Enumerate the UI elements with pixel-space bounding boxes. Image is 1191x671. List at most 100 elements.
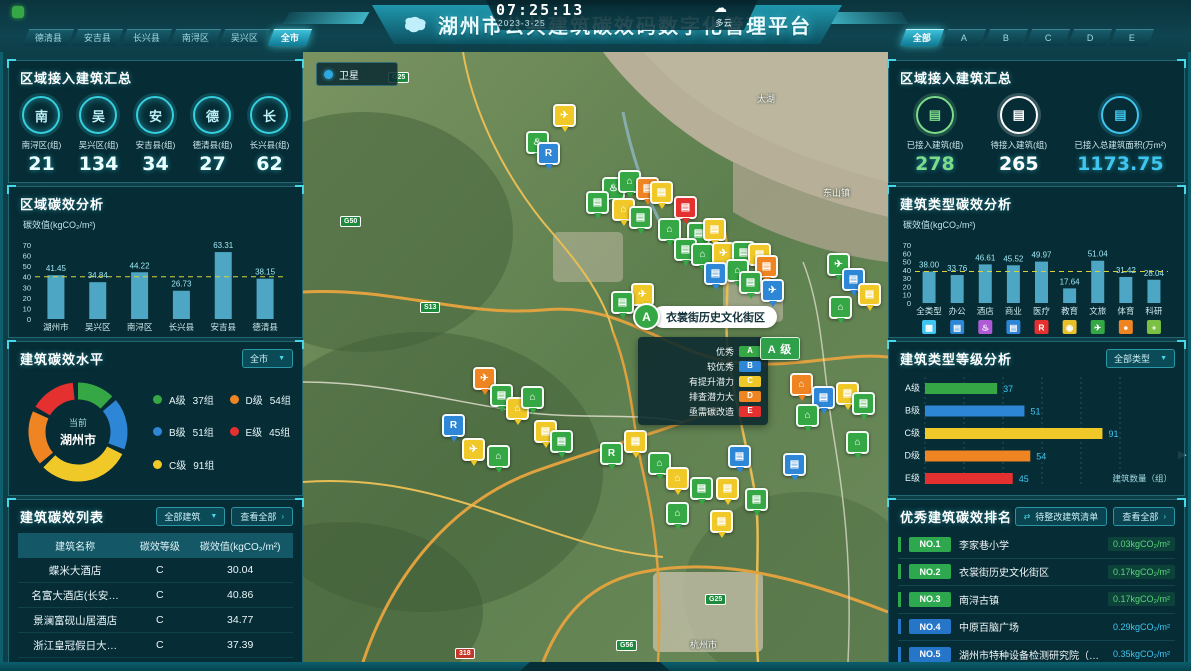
building-marker[interactable]: ▤ [586,191,609,214]
view-all-button[interactable]: 查看全部 › [231,507,293,526]
map-tooltip[interactable]: A 衣裳街历史文化街区 [633,305,777,328]
tab-德清县[interactable]: 德清县 [23,29,74,46]
building-marker[interactable]: ✈ [462,438,485,461]
building-marker[interactable]: ▤ [611,291,634,314]
building-marker[interactable]: ▤ [858,283,881,306]
tab-安吉县[interactable]: 安吉县 [72,29,123,46]
building-marker[interactable]: ⌂ [487,445,510,468]
tab-全市[interactable]: 全市 [268,29,312,46]
svg-text:安吉县: 安吉县 [210,322,236,332]
svg-text:45.52: 45.52 [1003,254,1024,263]
marker-pointer [674,524,682,530]
access-stat: ▤已接入总建筑面积(万m²)1173.75 [1074,96,1166,175]
stat-label: 待接入建筑(组) [990,139,1047,151]
svg-text:37: 37 [1003,384,1013,394]
carbon-value: 0.29kgCO₂/m² [1108,620,1175,634]
map-legend-row: 亟需碳改造E [645,404,761,418]
marker-pointer [656,474,664,480]
building-marker[interactable]: ✈ [761,279,784,302]
building-filter-value: 全部建筑 [164,510,200,523]
table-cell: 浙江皇冠假日大… [18,633,132,658]
legend-item-D级: D级54组 [230,384,297,415]
table-row[interactable]: 景澜富砚山居酒店C34.77 [18,608,293,633]
type-select[interactable]: 全部类型 ▼ [1106,349,1175,368]
building-marker[interactable]: ▤ [852,392,875,415]
building-marker[interactable]: ▤ [783,453,806,476]
building-marker[interactable]: ▤ [704,262,727,285]
building-marker[interactable]: ⌂ [790,373,813,396]
view-all-button[interactable]: 查看全部 › [1113,507,1175,526]
building-marker[interactable]: ▤ [728,445,751,468]
tab-C[interactable]: C [1026,29,1070,46]
building-marker[interactable]: ▤ [703,218,726,241]
building-marker[interactable]: ⌂ [829,296,852,319]
building-marker[interactable]: ▤ [745,488,768,511]
tab-E[interactable]: E [1110,29,1154,46]
legend-grade: E级 [246,424,263,439]
tab-全部[interactable]: 全部 [900,29,944,46]
legend-item-C级: C级91组 [153,449,220,480]
ranking-row[interactable]: NO.2衣裳街历史文化街区0.17kgCO₂/m² [898,559,1175,587]
road-shield: 318 [455,648,475,659]
stat-value: 265 [990,153,1047,175]
marker-pointer [619,313,627,319]
building-marker[interactable]: ▤ [739,271,762,294]
tab-吴兴区[interactable]: 吴兴区 [219,29,270,46]
building-marker[interactable]: ⌂ [846,431,869,454]
satellite-toggle[interactable]: 卫星 [316,62,398,86]
svg-text:南浔区: 南浔区 [127,322,153,332]
panel-ranking: 优秀建筑碳效排名 ⇄ 待整改建筑清单 查看全部 › NO.1李家巷小学0.03k… [888,499,1185,665]
legend-dot-icon [153,395,162,404]
clock-plate: 07:25:13 2023-3-25 ☁ 多云 [486,0,758,30]
svg-text:▤: ▤ [1009,323,1017,333]
panel-region-summary: 区域接入建筑汇总 南南浔区(组)21吴吴兴区(组)134安安吉县(组)34德德清… [8,60,303,183]
region-circle-icon: 安 [136,96,174,134]
table-cell: C [132,633,187,658]
building-marker[interactable]: ▤ [716,477,739,500]
building-marker[interactable]: ▤ [674,196,697,219]
building-marker[interactable]: R [600,442,623,465]
tab-长兴县[interactable]: 长兴县 [121,29,172,46]
building-marker[interactable]: R [537,142,560,165]
building-marker[interactable]: ⌂ [666,467,689,490]
map-legend-row: 优秀A [645,344,761,358]
ranking-row[interactable]: NO.4中原百脑广场0.29kgCO₂/m² [898,614,1175,642]
tab-B[interactable]: B [984,29,1028,46]
marker-pointer [860,414,868,420]
table-row[interactable]: 蝶米大酒店C30.04 [18,558,293,583]
building-marker[interactable]: ⌂ [666,502,689,525]
building-marker[interactable]: ⌂ [796,404,819,427]
building-filter-select[interactable]: 全部建筑 ▼ [156,507,225,526]
building-marker[interactable]: ▤ [629,206,652,229]
building-marker[interactable]: ▤ [650,181,673,204]
ranking-row[interactable]: NO.1李家巷小学0.03kgCO₂/m² [898,531,1175,559]
city-select[interactable]: 全市 ▼ [242,349,293,368]
column-header: 碳效等级 [132,533,187,558]
building-marker[interactable]: ▤ [690,477,713,500]
building-marker[interactable]: ▤ [550,430,573,453]
legend-chip-B: B [739,361,761,372]
marker-pointer [866,305,874,311]
tab-A[interactable]: A [942,29,986,46]
tab-南浔区[interactable]: 南浔区 [170,29,221,46]
satellite-map[interactable]: ✈♨R♨▤⌂▤▤⌂▤▤⌂▤▤▤⌂✈▤▤▤⌂▤▤✈✈▤▤⌂✈▤✈R▤⌂⌂▤✈⌂▤R… [303,52,888,662]
building-marker[interactable]: R [442,414,465,437]
region-carbon-chart: 01020304050607041.45湖州市34.84吴兴区44.22南浔区2… [9,231,294,339]
header-deco-left [283,12,370,24]
building-marker[interactable]: ▤ [624,430,647,453]
building-marker[interactable]: ⌂ [521,386,544,409]
svg-text:70: 70 [903,241,911,250]
svg-text:▤: ▤ [953,323,961,333]
building-marker[interactable]: ▤ [710,510,733,533]
ranking-row[interactable]: NO.3南浔古镇0.17kgCO₂/m² [898,586,1175,614]
legend-grade: A级 [169,392,186,407]
building-marker[interactable]: ✈ [553,104,576,127]
weather-label: 多云 [715,17,732,29]
table-row[interactable]: 浙江皇冠假日大…C37.39 [18,633,293,658]
table-row[interactable]: 名富大酒店(长安…C40.86 [18,583,293,608]
rank-tick [898,537,901,552]
rectify-list-button[interactable]: ⇄ 待整改建筑清单 [1015,507,1108,526]
svg-text:文旅: 文旅 [1089,306,1107,316]
tab-D[interactable]: D [1068,29,1112,46]
panel-grade-analysis: 建筑类型等级分析 全部类型 ▼ 020406080100A级37B级51C级91… [888,341,1185,496]
